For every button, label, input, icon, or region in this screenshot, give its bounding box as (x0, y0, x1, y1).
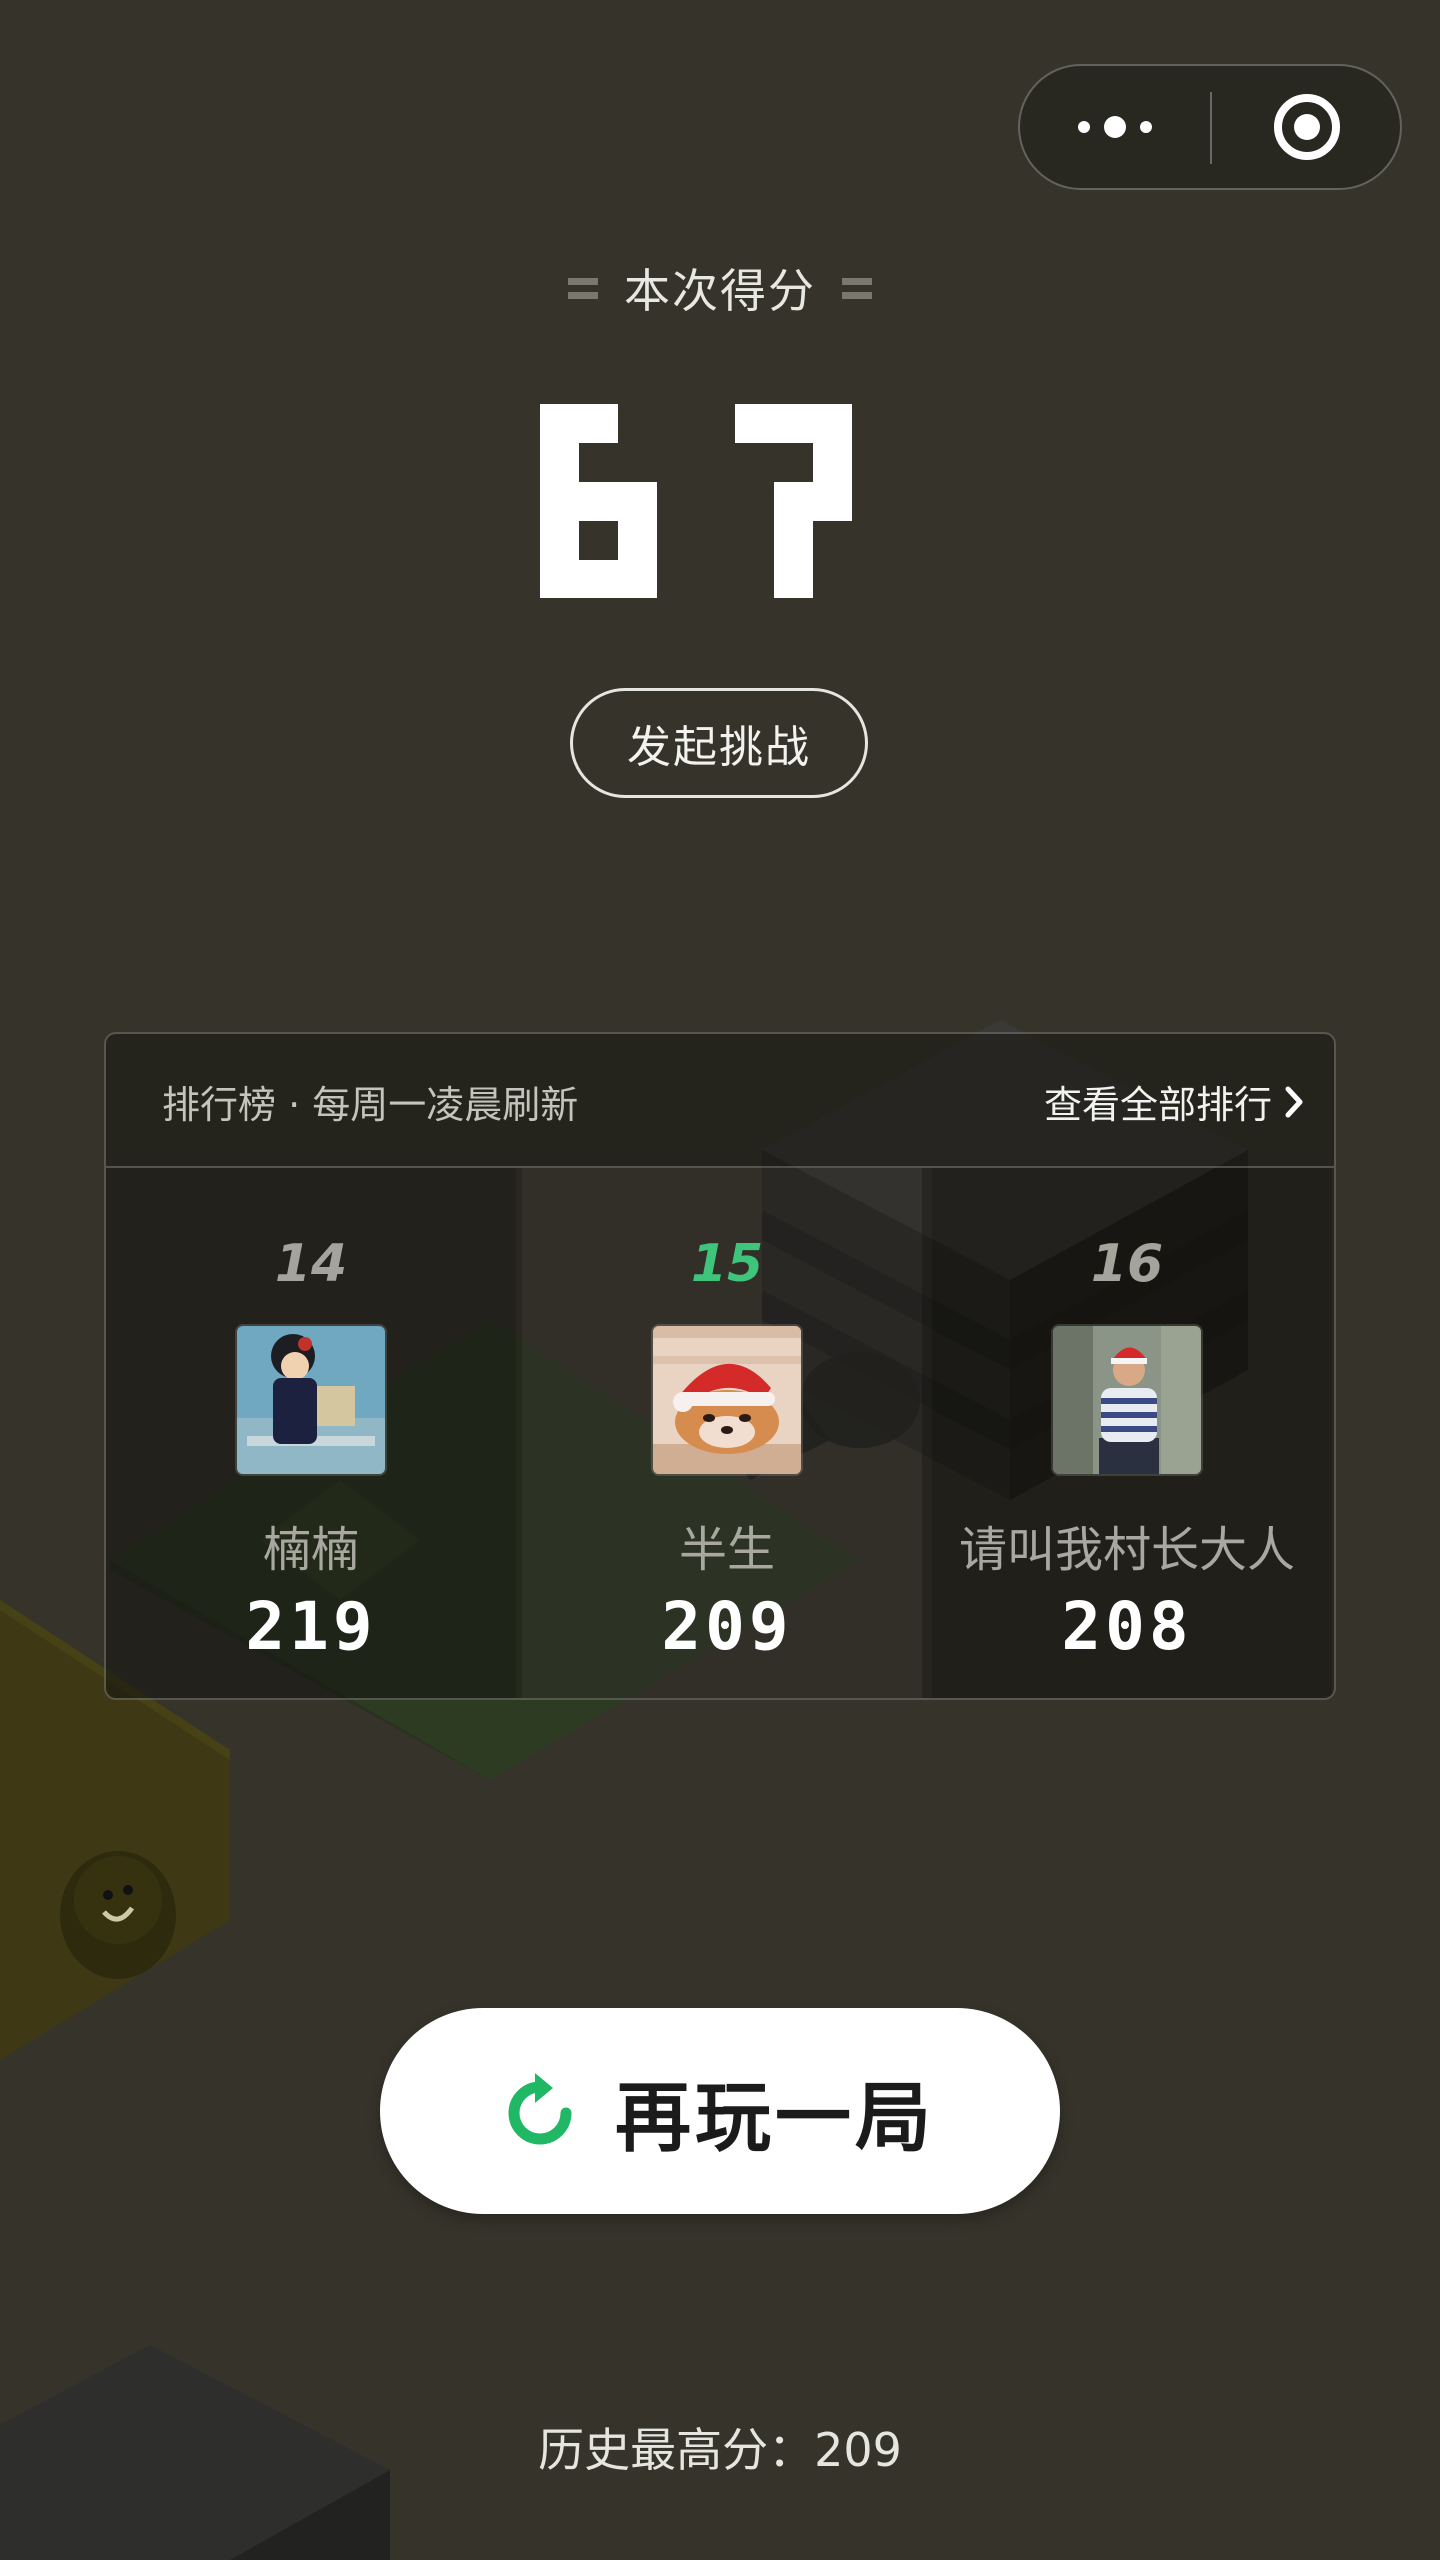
score-pixel (579, 404, 618, 443)
score-pixel (579, 482, 618, 521)
player-name: 楠楠 (262, 1522, 359, 1578)
rank-number: 14 (274, 1234, 348, 1294)
player-score: 219 (245, 1588, 377, 1665)
score-pixel (540, 443, 579, 482)
rank-number: 15 (690, 1234, 764, 1294)
score-title: 本次得分 (624, 264, 816, 318)
replay-label: 再玩一局 (615, 2073, 935, 2162)
score-pixel (618, 482, 657, 521)
equal-mark-left (568, 277, 598, 299)
equal-mark-right (842, 277, 872, 299)
more-dots-icon-right (1140, 121, 1152, 133)
player-name: 半生 (678, 1522, 775, 1578)
view-all-ranking-link[interactable]: 查看全部排行 (1044, 1074, 1304, 1129)
more-button[interactable] (1020, 66, 1210, 188)
more-dots-icon (1078, 121, 1090, 133)
score-pixel (813, 404, 852, 443)
score-pixel (540, 521, 579, 560)
leaderboard-panel: 排行榜 · 每周一凌晨刷新 查看全部排行 14 楠楠 219 15 半生 209… (104, 1032, 1336, 1700)
current-score-digits (540, 404, 852, 599)
avatar (1053, 1326, 1201, 1474)
more-dots-icon-center (1104, 116, 1126, 138)
close-button[interactable] (1212, 66, 1402, 188)
view-all-ranking-label: 查看全部排行 (1043, 1083, 1272, 1127)
score-pixel (813, 482, 852, 521)
score-pixel (540, 404, 579, 443)
player-score: 209 (661, 1588, 793, 1665)
score-pixel (540, 482, 579, 521)
leaderboard-entry[interactable]: 14 楠楠 219 (106, 1168, 516, 1698)
player-name: 请叫我村长大人 (958, 1522, 1295, 1578)
history-best-score: 历史最高分：209 (538, 2423, 902, 2477)
score-pixel (774, 560, 813, 599)
leaderboard-entry-self[interactable]: 15 半生 209 (522, 1168, 932, 1698)
leaderboard-title: 排行榜 · 每周一凌晨刷新 (162, 1083, 579, 1127)
replay-button[interactable]: 再玩一局 (380, 2008, 1060, 2214)
score-pixel (540, 560, 579, 599)
chevron-right-icon (1285, 1086, 1303, 1117)
avatar (653, 1326, 801, 1474)
mini-program-capsule (1018, 64, 1402, 190)
player-score: 208 (1061, 1588, 1193, 1665)
replay-arrow-icon (508, 2073, 572, 2145)
avatar (237, 1326, 385, 1474)
challenge-button[interactable]: 发起挑战 (570, 688, 868, 798)
leaderboard-header: 排行榜 · 每周一凌晨刷新 查看全部排行 (106, 1034, 1334, 1168)
current-score: 67 (540, 404, 900, 599)
rank-number: 16 (1090, 1234, 1164, 1294)
score-pixel (579, 560, 618, 599)
score-pixel (774, 404, 813, 443)
score-pixel (735, 404, 774, 443)
score-pixel (774, 482, 813, 521)
score-pixel (618, 560, 657, 599)
leaderboard-entry[interactable]: 16 请叫我村长大人 208 (922, 1168, 1332, 1698)
score-title-row: 本次得分 (0, 255, 1440, 321)
score-pixel (774, 521, 813, 560)
score-pixel (813, 443, 852, 482)
target-close-icon (1274, 94, 1340, 160)
score-pixel (618, 521, 657, 560)
